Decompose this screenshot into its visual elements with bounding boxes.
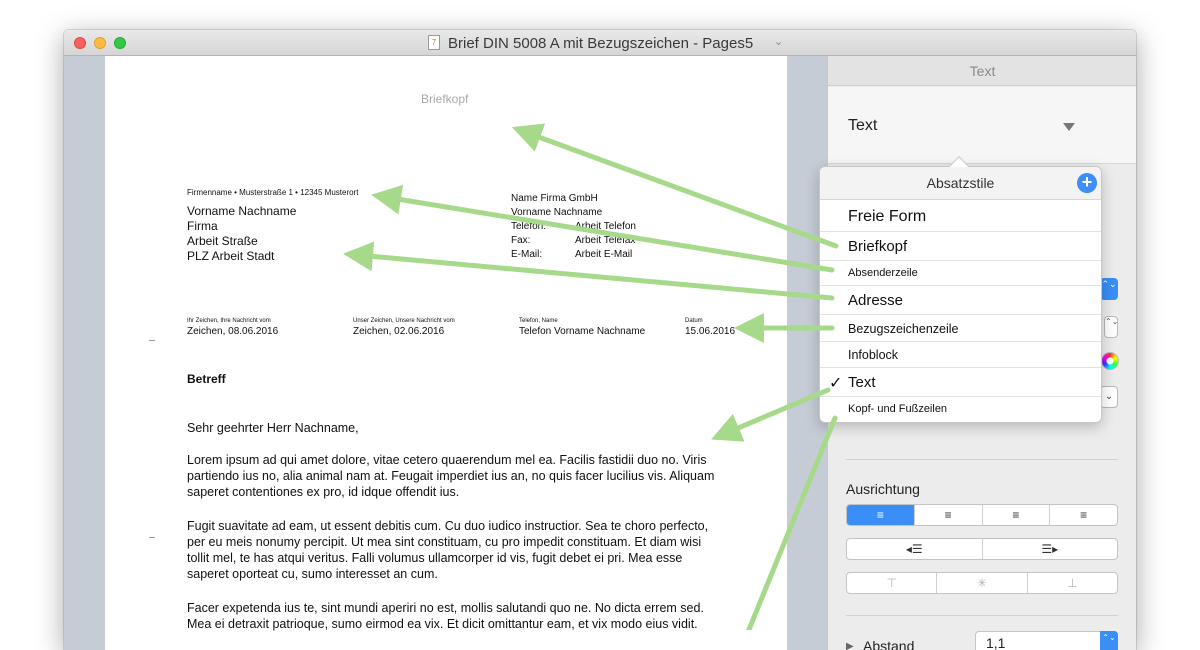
align-top-button[interactable]: ⊤ [847,573,936,593]
title-bar[interactable]: 7 Brief DIN 5008 A mit Bezugszeichen - P… [64,30,1136,56]
window-title[interactable]: Brief DIN 5008 A mit Bezugszeichen - Pag… [448,35,753,52]
color-wheel-icon[interactable] [1101,352,1119,370]
size-stepper[interactable]: ⌃⌄ [1104,316,1118,338]
letter-header[interactable]: Briefkopf [421,92,468,106]
info-contact[interactable]: Vorname Nachname [511,207,602,218]
body-line[interactable]: Fugit suavitate ad eam, ut essent debiti… [187,518,708,534]
body-line[interactable]: tollit mel, te has atqui veritus. Falli … [187,550,682,566]
spacing-value[interactable]: 1,1 [986,635,1005,650]
alignment-label: Ausrichtung [846,481,920,497]
style-item-label: Absenderzeile [848,267,918,279]
body-line[interactable]: partiendo ius no, alia animal nam at. Fe… [187,468,714,484]
paragraph-style-selector[interactable]: Text [828,87,1136,164]
address-line[interactable]: Arbeit Straße [187,234,258,248]
info-label: Telefon: [511,221,547,232]
spacing-stepper[interactable]: ⌃⌄ [1100,631,1118,650]
reference-value[interactable]: Telefon Vorname Nachname [519,326,645,337]
fold-mark [149,340,155,341]
align-justify-button[interactable]: ≡ [1049,505,1117,525]
checkmark-icon: ✓ [829,375,843,392]
style-item-briefkopf[interactable]: Briefkopf [820,232,1101,261]
increase-indent-button[interactable]: ☰▸ [981,539,1118,559]
document-icon: 7 [428,35,440,50]
reference-label: Datum [685,318,703,324]
body-line[interactable]: saperet contentiones ex pro, id idque of… [187,484,459,500]
sidebar-tab-bar: Text [828,56,1136,86]
align-bottom-button[interactable]: ⊥ [1026,573,1117,593]
info-value[interactable]: Arbeit Telefax [575,235,635,246]
document-canvas[interactable]: Briefkopf Firmenname • Musterstraße 1 • … [64,56,827,650]
style-item-label: Adresse [848,292,904,309]
chevron-down-icon[interactable]: ⌄ [774,35,783,48]
address-line[interactable]: Firma [187,219,218,233]
style-item-label: Freie Form [848,208,927,225]
divider [846,615,1118,616]
spacing-label[interactable]: Abstand [863,638,914,650]
align-center-button[interactable]: ≡ [913,505,982,525]
sender-line[interactable]: Firmenname • Musterstraße 1 • 12345 Must… [187,188,358,197]
style-item-absenderzeile[interactable]: Absenderzeile [820,261,1101,286]
popover-title: Absatzstile [926,175,995,191]
alignment-control: ≡ ≡ ≡ ≡ [846,504,1118,526]
style-item-label: Bezugszeichenzeile [848,322,959,336]
reference-label: Telefon, Name [519,318,558,324]
zoom-window-button[interactable] [114,37,126,49]
letter-page[interactable]: Briefkopf Firmenname • Musterstraße 1 • … [105,56,787,650]
indent-control: ◂☰ ☰▸ [846,538,1118,560]
reference-value[interactable]: 15.06.2016 [685,326,735,337]
popover-header: Absatzstile + [820,167,1101,200]
close-window-button[interactable] [74,37,86,49]
style-item-label: Infoblock [848,348,899,362]
info-label: E-Mail: [511,249,543,260]
info-value[interactable]: Arbeit Telefon [575,221,636,232]
reference-value[interactable]: Zeichen, 02.06.2016 [353,326,444,337]
align-left-button[interactable]: ≡ [847,505,914,525]
body-line[interactable]: Lorem ipsum ad qui amet dolore, vitae ce… [187,452,706,468]
body-line[interactable]: per eu meis nonumy percipit. Ut mea sint… [187,534,701,550]
style-item-kopf-fusszeilen[interactable]: Kopf- und Fußzeilen [820,397,1101,423]
letter-subject[interactable]: Betreff [187,372,226,386]
style-item-label: Text [848,374,876,391]
disclosure-triangle-icon[interactable]: ▶ [846,641,854,650]
reference-label: Unser Zeichen, Unsere Nachricht vom [353,318,455,324]
decrease-indent-button[interactable]: ◂☰ [847,539,982,559]
style-item-text[interactable]: ✓ Text [820,368,1101,397]
font-stepper[interactable]: ⌃⌄ [1100,278,1118,300]
vertical-align-control: ⊤ ✳ ⊥ [846,572,1118,594]
info-value[interactable]: Arbeit E-Mail [575,249,632,260]
address-line[interactable]: Vorname Nachname [187,204,296,218]
fold-mark [149,537,155,538]
reference-value[interactable]: Zeichen, 08.06.2016 [187,326,278,337]
tab-text[interactable]: Text [828,63,1136,79]
style-item-label: Kopf- und Fußzeilen [848,403,948,415]
style-item-adresse[interactable]: Adresse [820,286,1101,315]
body-line[interactable]: saperet oporteat cu, sumo interesset an … [187,566,438,582]
info-label: Fax: [511,235,531,246]
address-line[interactable]: PLZ Arbeit Stadt [187,249,274,263]
paragraph-style-name[interactable]: Text [848,117,877,135]
style-item-label: Briefkopf [848,238,908,255]
info-company[interactable]: Name Firma GmbH [511,193,598,204]
paragraph-styles-popover: Absatzstile + Freie Form Briefkopf Absen… [819,156,1102,423]
body-line[interactable]: Facer expetenda ius te, sint mundi aperi… [187,600,704,616]
letter-salutation[interactable]: Sehr geehrter Herr Nachname, [187,421,359,435]
add-style-button[interactable]: + [1077,173,1097,193]
style-item-bezugszeichenzeile[interactable]: Bezugszeichenzeile [820,315,1101,342]
caret-down-icon[interactable] [1063,123,1075,131]
divider [846,459,1118,460]
style-item-infoblock[interactable]: Infoblock [820,342,1101,368]
align-right-button[interactable]: ≡ [981,505,1050,525]
style-item-freie-form[interactable]: Freie Form [820,201,1101,232]
spacing-field[interactable]: 1,1 ⌃⌄ [975,631,1118,650]
reference-label: Ihr Zeichen, Ihre Nachricht vom [187,318,271,324]
minimize-window-button[interactable] [94,37,106,49]
options-dropdown[interactable]: ⌄ [1100,386,1118,408]
align-middle-button[interactable]: ✳ [936,573,1026,593]
